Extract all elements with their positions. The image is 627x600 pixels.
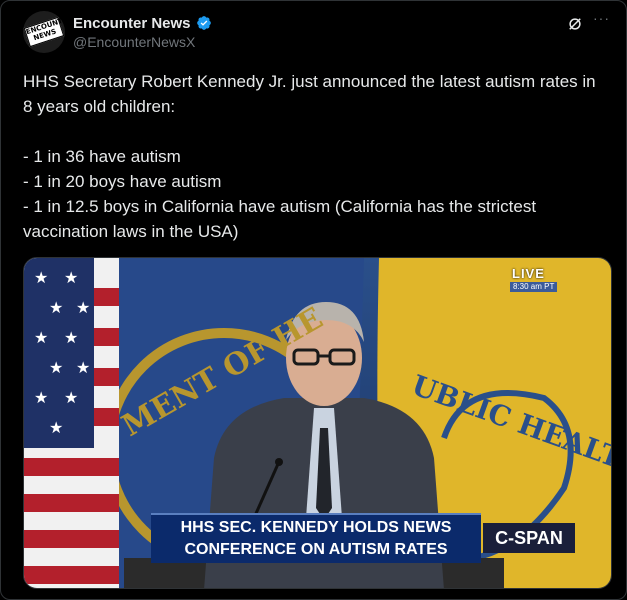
- post-text: HHS Secretary Robert Kennedy Jr. just an…: [23, 69, 603, 244]
- live-badge: LIVE: [512, 266, 545, 281]
- svg-text:★: ★: [64, 388, 78, 407]
- news-chyron: HHS SEC. KENNEDY HOLDS NEWS CONFERENCE O…: [151, 513, 481, 563]
- author-display-name[interactable]: Encounter News: [73, 15, 191, 32]
- post-text-line: - 1 in 12.5 boys in California have auti…: [23, 197, 537, 241]
- svg-text:★: ★: [34, 268, 48, 287]
- network-logo: C-SPAN: [483, 523, 575, 553]
- svg-text:★: ★: [49, 418, 63, 437]
- post-text-line: - 1 in 20 boys have autism: [23, 172, 222, 191]
- chyron-line-2: CONFERENCE ON AUTISM RATES: [184, 541, 448, 558]
- time-badge: 8:30 am PT: [510, 282, 558, 292]
- svg-text:★: ★: [76, 358, 90, 377]
- svg-text:★: ★: [34, 328, 48, 347]
- video-thumbnail[interactable]: ★ ★ ★ ★ ★ ★ ★ ★ ★ ★ ★ MENT OF HE UBLIC HE: [23, 257, 612, 589]
- author-handle[interactable]: @EncounterNewsX: [73, 34, 195, 50]
- svg-text:★: ★: [49, 358, 63, 377]
- more-icon[interactable]: ···: [593, 11, 613, 25]
- author-name-row[interactable]: Encounter News: [73, 13, 212, 33]
- post-text-line: HHS Secretary Robert Kennedy Jr. just an…: [23, 72, 596, 116]
- verified-badge-icon: [196, 16, 211, 30]
- avatar-logo: ENCOUNTER NEWS: [23, 14, 65, 48]
- svg-text:★: ★: [49, 298, 63, 317]
- svg-text:★: ★: [64, 268, 78, 287]
- post-text-spacer: [23, 119, 603, 144]
- chyron-line-1: HHS SEC. KENNEDY HOLDS NEWS: [180, 519, 452, 536]
- svg-text:★: ★: [34, 388, 48, 407]
- avatar[interactable]: ENCOUNTER NEWS: [23, 11, 65, 53]
- post-card[interactable]: ENCOUNTER NEWS Encounter News @Encounter…: [0, 0, 627, 600]
- svg-text:★: ★: [64, 328, 78, 347]
- svg-text:★: ★: [76, 298, 90, 317]
- post-text-line: - 1 in 36 have autism: [23, 147, 181, 166]
- grok-icon[interactable]: [566, 15, 584, 33]
